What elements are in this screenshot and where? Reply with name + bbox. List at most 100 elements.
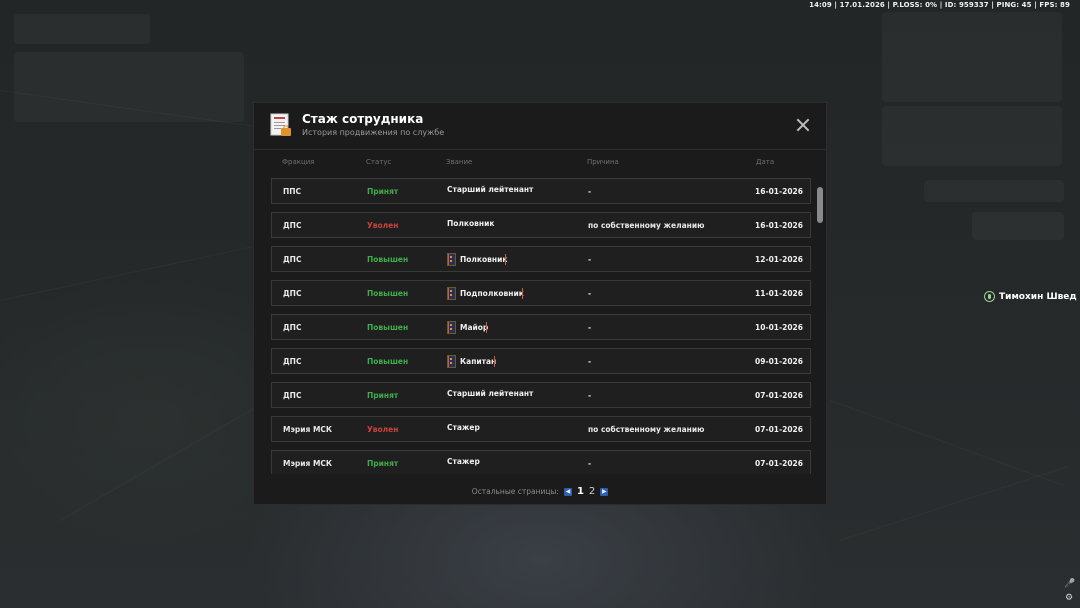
cell-reason: - bbox=[588, 187, 592, 196]
col-faction: Фракция bbox=[282, 158, 315, 166]
cell-status: Уволен bbox=[367, 221, 399, 230]
cell-date: 11-01-2026 bbox=[755, 289, 803, 298]
cell-status: Повышен bbox=[367, 289, 409, 298]
modal-header: Стаж сотрудника История продвижения по с… bbox=[254, 103, 826, 150]
cell-rank: Подполковник bbox=[447, 287, 524, 300]
cell-date: 07-01-2026 bbox=[755, 391, 803, 400]
cell-date: 07-01-2026 bbox=[755, 459, 803, 468]
modal-subtitle: История продвижения по службе bbox=[302, 128, 445, 137]
hud-icons bbox=[972, 212, 1064, 240]
cell-rank: Капитан bbox=[447, 355, 496, 368]
cell-reason: - bbox=[588, 289, 592, 298]
cell-faction: Мэрия МСК bbox=[283, 425, 333, 434]
cell-reason: - bbox=[588, 255, 592, 264]
cell-faction: ДПС bbox=[283, 323, 302, 332]
table-row: ДПС Уволен Полковник по собственному желани… bbox=[271, 212, 811, 238]
cell-status: Повышен bbox=[367, 255, 409, 264]
rank-insignia-icon bbox=[447, 287, 523, 300]
cell-rank: Стажер bbox=[447, 423, 480, 432]
server-logo bbox=[14, 14, 150, 44]
cell-faction: ДПС bbox=[283, 357, 302, 366]
cell-faction: ДПС bbox=[283, 289, 302, 298]
cell-status: Принят bbox=[367, 187, 399, 196]
table-row: ДПС Повышен Капитан - 09-01-2026 bbox=[271, 348, 811, 374]
settings-icon[interactable]: ⚙ bbox=[1064, 592, 1074, 602]
microphone-icon[interactable]: 🎤 bbox=[1064, 578, 1075, 588]
cell-status: Принят bbox=[367, 391, 399, 400]
table-row: Мэрия МСК Уволен Стажер по собственному жел… bbox=[271, 416, 811, 442]
cell-rank: Полковник bbox=[447, 219, 494, 228]
cell-reason: по собственному желанию bbox=[588, 221, 705, 230]
cell-faction: ППС bbox=[283, 187, 302, 196]
table-header: Фракция Статус Звание Причина Дата bbox=[254, 158, 826, 170]
cell-faction: Мэрия МСК bbox=[283, 459, 333, 468]
cell-date: 16-01-2026 bbox=[755, 187, 803, 196]
cell-rank: Майор bbox=[447, 321, 488, 334]
hud-money-panel bbox=[882, 12, 1062, 102]
table-row: ДПС Повышен Полковник - 12-01-2026 bbox=[271, 246, 811, 272]
cell-rank: Стажер bbox=[447, 457, 480, 466]
cell-status: Принят bbox=[367, 459, 399, 468]
cell-status: Повышен bbox=[367, 357, 409, 366]
cell-date: 10-01-2026 bbox=[755, 323, 803, 332]
hud-quest-panel bbox=[882, 106, 1062, 166]
col-status: Статус bbox=[366, 158, 392, 166]
page-1-button[interactable]: 1 bbox=[577, 486, 584, 497]
player-name: Тимохин Швед bbox=[999, 291, 1077, 302]
rank-label: Майор bbox=[460, 323, 489, 332]
rank-insignia-icon bbox=[447, 355, 496, 368]
table-row: ППС Принят Старший лейтенант - 16-01-2026 bbox=[271, 178, 811, 204]
cell-reason: по собственному желанию bbox=[588, 425, 705, 434]
hud-chat-area bbox=[14, 52, 244, 122]
page-2-button[interactable]: 2 bbox=[589, 486, 595, 497]
rank-label: Подполковник bbox=[460, 289, 524, 298]
cell-reason: - bbox=[588, 459, 592, 468]
col-rank: Звание bbox=[446, 158, 473, 166]
cell-faction: ДПС bbox=[283, 255, 302, 264]
col-reason: Причина bbox=[587, 158, 619, 166]
next-page-icon[interactable]: ▶ bbox=[600, 487, 609, 496]
scrollbar[interactable] bbox=[817, 187, 823, 223]
status-bar: 14:09 | 17.01.2026 | P.LOSS: 0% | ID: 95… bbox=[809, 1, 1070, 9]
nearby-player: Тимохин Швед bbox=[984, 291, 1077, 302]
cell-status: Повышен bbox=[367, 323, 409, 332]
cell-date: 12-01-2026 bbox=[755, 255, 803, 264]
rank-label: Капитан bbox=[460, 357, 497, 366]
close-icon[interactable] bbox=[796, 118, 810, 132]
rank-label: Старший лейтенант bbox=[447, 389, 534, 398]
rank-insignia-icon bbox=[447, 321, 488, 334]
corner-icons: 🎤 ⚙ bbox=[1064, 578, 1075, 602]
table-row: ДПС Повышен Майор - 10-01-2026 bbox=[271, 314, 811, 340]
rank-label: Полковник bbox=[447, 219, 495, 228]
cell-date: 09-01-2026 bbox=[755, 357, 803, 366]
rank-label: Полковник bbox=[460, 255, 508, 264]
table-row: ДПС Принят Старший лейтенант - 07-01-2026 bbox=[271, 382, 811, 408]
table-row: ДПС Повышен Подполковник - 11-01-2026 bbox=[271, 280, 811, 306]
cell-reason: - bbox=[588, 391, 592, 400]
cell-reason: - bbox=[588, 323, 592, 332]
col-date: Дата bbox=[756, 158, 775, 166]
hud-info-bar bbox=[924, 180, 1064, 202]
prev-page-icon[interactable]: ◀ bbox=[563, 487, 572, 496]
cell-rank: Старший лейтенант bbox=[447, 185, 533, 194]
pagination: Остальные страницы: ◀ 1 2 ▶ bbox=[254, 486, 826, 497]
rank-insignia-icon bbox=[447, 253, 507, 266]
rank-label: Стажер bbox=[447, 457, 480, 466]
table-row: Мэрия МСК Принят Стажер - 07-01-2026 bbox=[271, 450, 811, 474]
cell-rank: Полковник bbox=[447, 253, 507, 266]
cell-date: 16-01-2026 bbox=[755, 221, 803, 230]
rank-label: Старший лейтенант bbox=[447, 185, 534, 194]
modal-title: Стаж сотрудника bbox=[302, 112, 424, 126]
cell-faction: ДПС bbox=[283, 391, 302, 400]
history-list[interactable]: ППС Принят Старший лейтенант -16-01-2026 ДПС… bbox=[271, 178, 811, 474]
cell-rank: Старший лейтенант bbox=[447, 389, 533, 398]
rank-label: Стажер bbox=[447, 423, 480, 432]
document-icon bbox=[270, 113, 291, 136]
employee-history-modal: Стаж сотрудника История продвижения по с… bbox=[253, 102, 827, 505]
cell-reason: - bbox=[588, 357, 592, 366]
voice-icon bbox=[984, 291, 995, 302]
pagination-label: Остальные страницы: bbox=[471, 487, 559, 496]
cell-date: 07-01-2026 bbox=[755, 425, 803, 434]
cell-status: Уволен bbox=[367, 425, 399, 434]
cell-faction: ДПС bbox=[283, 221, 302, 230]
